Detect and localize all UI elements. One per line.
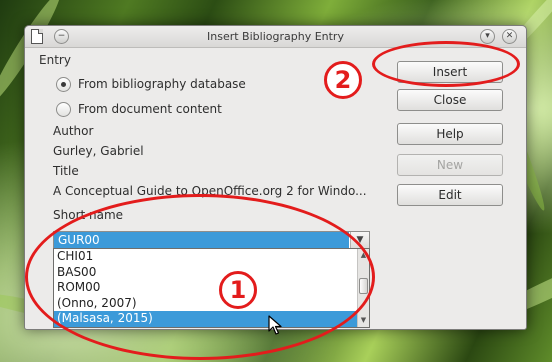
help-button[interactable]: Help (397, 123, 503, 145)
author-value: Gurley, Gabriel (53, 144, 144, 158)
radio-button[interactable] (56, 102, 71, 117)
scroll-down-arrow-icon[interactable]: ▼ (358, 315, 369, 326)
mouse-pointer-icon (268, 315, 282, 335)
chevron-down-icon[interactable]: ▾ (480, 29, 495, 44)
edit-button[interactable]: Edit (397, 184, 503, 206)
entry-section-label: Entry (39, 53, 71, 67)
title-label: Title (53, 164, 79, 178)
radio-button[interactable] (56, 77, 71, 92)
annotation-ellipse-insert (372, 41, 520, 87)
annotation-marker-2: 2 (324, 61, 362, 99)
radio-label: From document content (78, 102, 222, 116)
new-button[interactable]: New (397, 154, 503, 176)
close-icon[interactable]: ✕ (502, 29, 517, 44)
radio-label: From bibliography database (78, 77, 246, 91)
close-button[interactable]: Close (397, 89, 503, 111)
annotation-ellipse-dropdown (25, 194, 375, 360)
annotation-marker-1: 1 (219, 271, 257, 309)
author-label: Author (53, 124, 94, 138)
